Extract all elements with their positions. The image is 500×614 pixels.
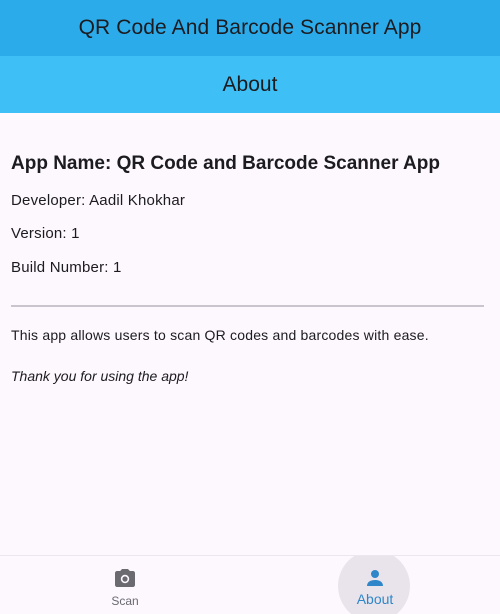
nav-label-scan: Scan — [111, 594, 139, 608]
app-name-text: App Name: QR Code and Barcode Scanner Ap… — [11, 153, 440, 174]
person-icon — [363, 566, 387, 590]
app-title: QR Code And Barcode Scanner App — [78, 16, 422, 39]
nav-item-scan[interactable]: Scan — [0, 556, 250, 614]
camera-icon — [113, 566, 137, 590]
thanks-text: Thank you for using the app! — [11, 368, 189, 384]
bottom-navigation: Scan About — [0, 555, 500, 614]
description-text: This app allows users to scan QR codes a… — [11, 327, 429, 343]
developer-text: Developer: Aadil Khokhar — [11, 192, 186, 209]
app-bar: QR Code And Barcode Scanner App — [0, 0, 500, 56]
page-header: About — [0, 56, 500, 113]
page-title: About — [222, 72, 278, 96]
divider — [11, 305, 484, 307]
version-text: Version: 1 — [11, 225, 80, 242]
build-number-text: Build Number: 1 — [11, 259, 122, 276]
nav-item-about[interactable]: About — [250, 556, 500, 614]
nav-label-about: About — [356, 591, 394, 607]
